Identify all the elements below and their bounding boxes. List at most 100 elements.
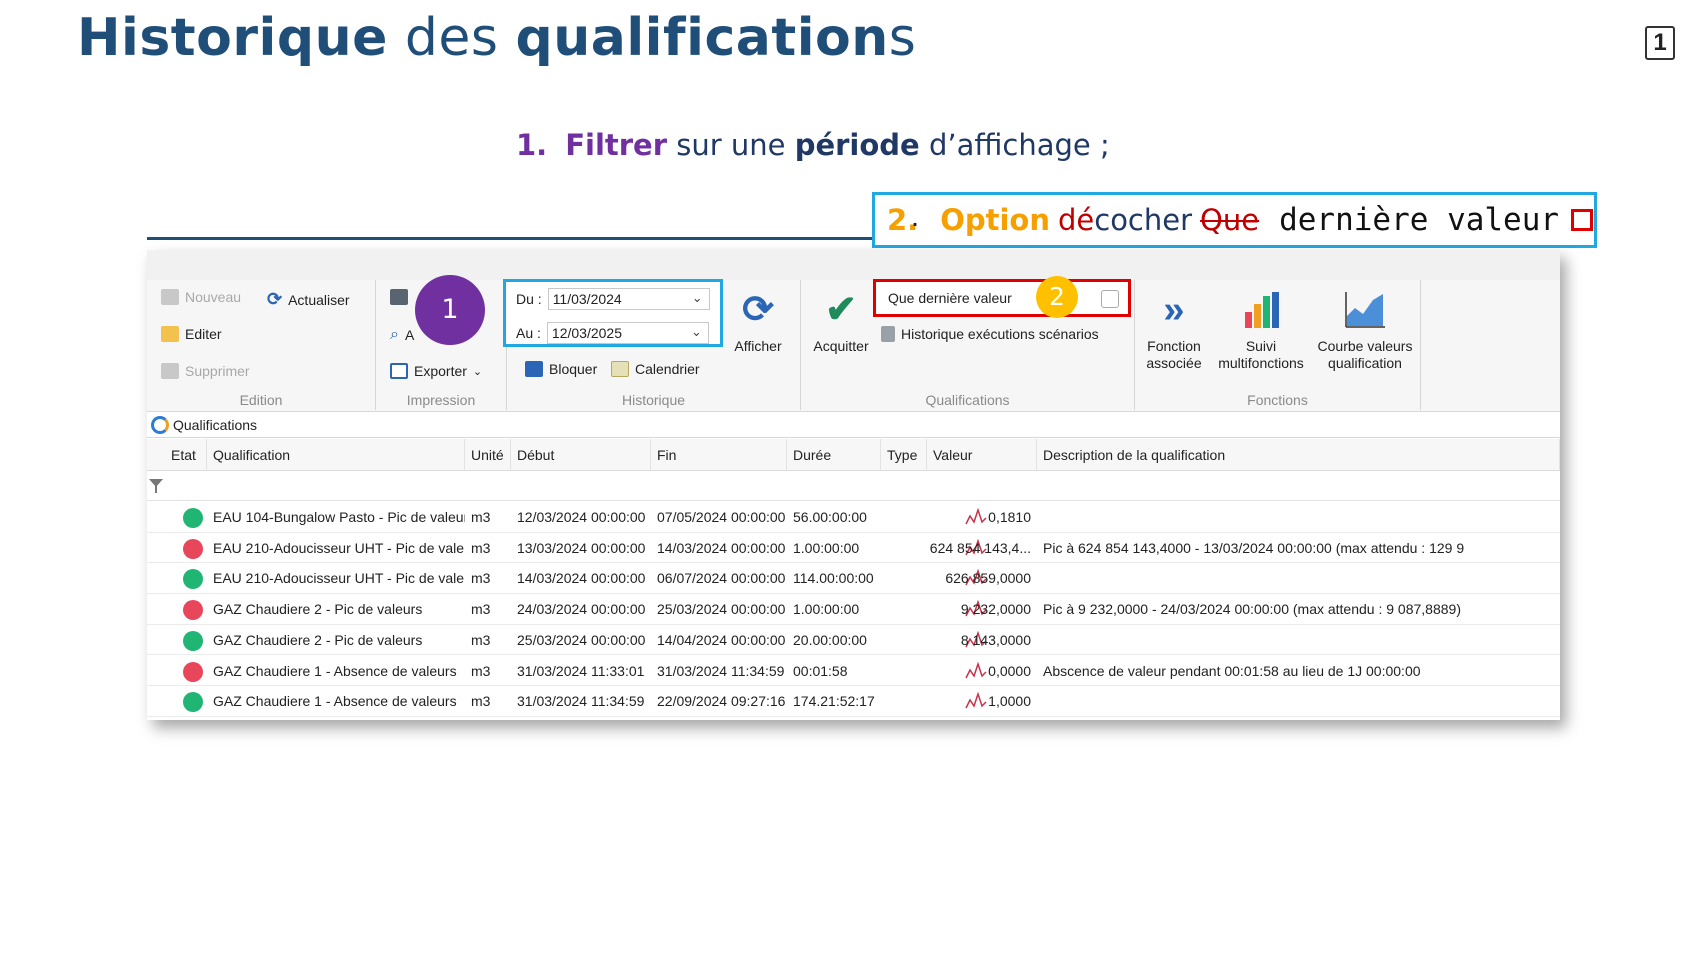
afficher-button[interactable]: ⟳ Afficher: [725, 288, 791, 355]
au-label: Au :: [516, 325, 541, 341]
fonction-associee-line1: Fonction: [1147, 338, 1201, 354]
printer-icon: [390, 289, 408, 305]
cell-duree: 20.00:00:00: [793, 631, 867, 648]
actualiser-label: Actualiser: [288, 291, 350, 308]
cell-description: [1037, 686, 1560, 716]
apercu-button[interactable]: ⌕ A: [390, 326, 414, 344]
fonction-associee-button[interactable]: » Fonction associée: [1143, 288, 1205, 372]
title-part-qualification: qualification: [515, 8, 889, 68]
acquitter-label: Acquitter: [813, 338, 869, 354]
courbe-valeurs-button[interactable]: Courbe valeurs qualification: [1315, 288, 1415, 372]
status-dot-icon: [183, 600, 203, 621]
cell-description: Pic à 624 854 143,4000 - 13/03/2024 00:0…: [1043, 539, 1465, 556]
column-header[interactable]: Etat: [165, 439, 207, 471]
group-label-historique: Historique: [621, 392, 686, 408]
date-from-select[interactable]: 11/03/2024 ⌄: [547, 288, 710, 310]
supprimer-button[interactable]: Supprimer: [161, 363, 250, 379]
historique-executions-label: Historique exécutions scénarios: [901, 326, 1099, 342]
supprimer-label: Supprimer: [185, 363, 250, 379]
afficher-label: Afficher: [734, 338, 782, 354]
column-header[interactable]: Durée: [787, 439, 881, 471]
step-1-filtrer: Filtrer: [565, 128, 668, 162]
apercu-label: A: [404, 327, 415, 343]
cell-unite: m3: [471, 539, 491, 556]
cell-debut: 31/03/2024 11:33:01: [517, 662, 645, 679]
column-header[interactable]: Début: [511, 439, 651, 471]
column-header[interactable]: Qualification: [207, 439, 465, 471]
step-2-period: .: [911, 201, 920, 233]
editer-button[interactable]: Editer: [161, 326, 222, 342]
status-dot-icon: [183, 692, 203, 713]
bloquer-button[interactable]: Bloquer: [525, 361, 597, 377]
callout-badge-2: 2: [1036, 276, 1078, 318]
fonction-associee-line2: associée: [1146, 355, 1202, 371]
suivi-line2: multifonctions: [1218, 355, 1304, 371]
date-from-row: Du : 11/03/2024 ⌄: [516, 288, 710, 310]
step-2-derniere-valeur: dernière valeur: [1279, 202, 1560, 238]
suivi-multifonctions-button[interactable]: Suivi multifonctions: [1213, 288, 1309, 372]
table-row[interactable]: GAZ Chaudiere 1 - Absence de valeurs m3 31…: [147, 656, 1560, 687]
calendrier-button[interactable]: Calendrier: [611, 361, 700, 377]
table-row[interactable]: EAU 104-Bungalow Pasto - Pic de valeurs m…: [147, 502, 1560, 533]
cell-debut: 25/03/2024 00:00:00: [517, 631, 646, 648]
cell-fin: 22/09/2024 09:27:16: [657, 693, 786, 710]
cell-debut: 24/03/2024 00:00:00: [517, 601, 646, 618]
step-1-text1: sur une: [667, 128, 795, 162]
cell-duree: 00:01:58: [793, 662, 848, 679]
cell-duree: 114.00:00:00: [793, 570, 874, 587]
step-2-option: Option: [940, 203, 1050, 237]
cell-valeur: 8 143,0000: [960, 631, 1031, 648]
cell-debut: 31/03/2024 11:34:59: [517, 693, 645, 710]
table-row[interactable]: GAZ Chaudiere 1 - Absence de valeurs m3 31…: [147, 686, 1560, 717]
acquitter-button[interactable]: ✔ Acquitter: [809, 288, 873, 355]
step-1-text2: d’affichage ;: [919, 128, 1110, 162]
column-header[interactable]: Valeur: [927, 439, 1037, 471]
calendar-icon: [611, 361, 629, 377]
qualification-icon: [151, 415, 169, 434]
exporter-button[interactable]: Exporter ⌄: [390, 363, 482, 379]
title-part-des: des: [387, 8, 516, 68]
table-filter-row[interactable]: [147, 471, 1560, 501]
step-1-number: 1.: [516, 128, 548, 162]
delete-folder-icon: [161, 363, 179, 379]
table-row[interactable]: EAU 210-Adoucisseur UHT - Pic de valeurs…: [147, 533, 1560, 564]
courbe-line2: qualification: [1328, 355, 1402, 371]
title-part-historique: Historique: [77, 8, 388, 68]
cell-debut: 13/03/2024 00:00:00: [517, 539, 646, 556]
chevron-down-icon: ⌄: [472, 365, 483, 378]
date-range-highlight: Du : 11/03/2024 ⌄ Au : 12/03/2025 ⌄: [503, 279, 723, 347]
date-to-select[interactable]: 12/03/2025 ⌄: [546, 322, 709, 344]
funnel-icon: [149, 479, 163, 493]
new-folder-icon: [161, 289, 179, 305]
que-derniere-valeur-highlight: Que dernière valeur: [873, 279, 1131, 317]
table-row[interactable]: GAZ Chaudiere 2 - Pic de valeurs m3 25/03/…: [147, 625, 1560, 656]
cell-fin: 07/05/2024 00:00:00: [657, 509, 786, 525]
area-chart-svg: [1345, 292, 1385, 328]
table-row[interactable]: EAU 210-Adoucisseur UHT - Pic de valeurs…: [147, 563, 1560, 595]
column-header[interactable]: Description de la qualification: [1037, 439, 1560, 471]
step-2-de: dé: [1058, 203, 1095, 237]
imprimer-button[interactable]: [390, 289, 408, 305]
status-dot-icon: [183, 661, 203, 682]
date-to-row: Au : 12/03/2025 ⌄: [516, 322, 709, 344]
actualiser-button[interactable]: ⟳ Actualiser: [267, 289, 350, 310]
cell-debut: 14/03/2024 00:00:00: [517, 570, 646, 587]
que-derniere-valeur-checkbox[interactable]: [1101, 290, 1119, 308]
column-header[interactable]: Type: [881, 439, 927, 471]
column-header[interactable]: Fin: [651, 439, 787, 471]
table-row[interactable]: GAZ Chaudiere 2 - Pic de valeurs m3 24/03/…: [147, 594, 1560, 625]
cell-unite: m3: [471, 570, 491, 587]
cell-duree: 1.00:00:00: [793, 539, 860, 556]
group-label-fonctions: Fonctions: [1247, 392, 1308, 408]
title-part-s: s: [888, 8, 917, 68]
cell-duree: 56.00:00:00: [793, 509, 867, 525]
historique-executions-button[interactable]: Historique exécutions scénarios: [881, 326, 1099, 342]
bloquer-label: Bloquer: [549, 361, 598, 377]
lock-icon: [525, 361, 543, 377]
cell-qualification: GAZ Chaudiere 1 - Absence de valeurs: [213, 662, 457, 679]
step-2-instruction: 2. Option dé cocher Que dernière valeur .: [872, 192, 1597, 248]
column-header[interactable]: Unité: [465, 439, 511, 471]
nouveau-button[interactable]: Nouveau: [161, 289, 241, 305]
cell-description: [1037, 625, 1560, 655]
chevron-down-icon: ⌄: [691, 290, 703, 305]
